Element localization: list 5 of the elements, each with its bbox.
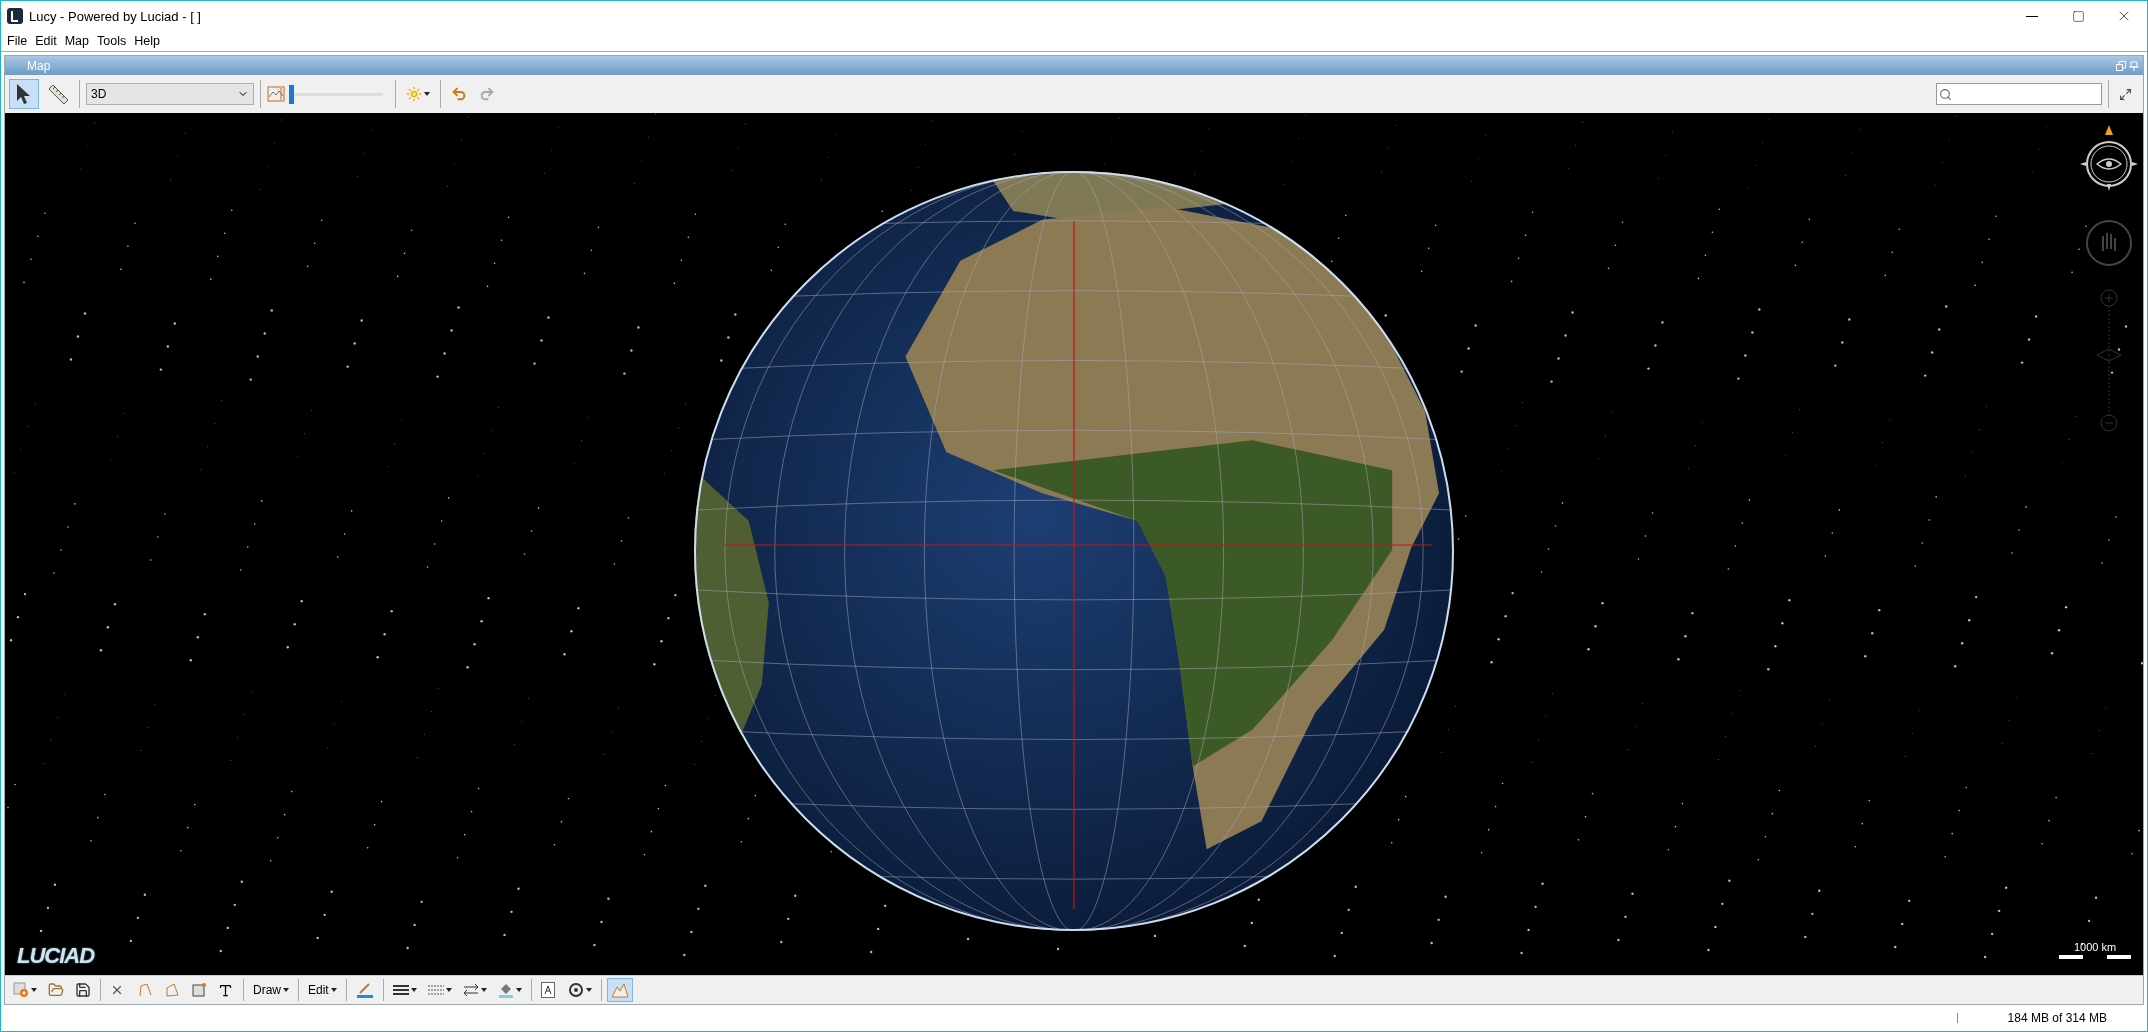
memory-status: 184 MB of 314 MB — [2007, 1011, 2107, 1025]
luciad-logo: LUCIAD — [17, 943, 95, 969]
panel-title: Map — [27, 58, 51, 73]
window-title: Lucy - Powered by Luciad - [ ] — [29, 8, 201, 24]
scale-label: 1000 km — [2073, 941, 2117, 953]
